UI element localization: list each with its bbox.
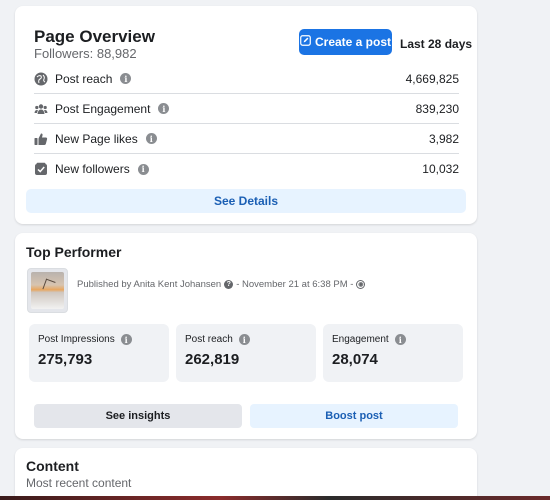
boost-post-button[interactable]: Boost post: [250, 404, 458, 428]
edit-icon: [300, 35, 311, 49]
stat-label-text: Post Impressions: [38, 334, 115, 345]
metric-row-post-reach: Post reach i 4,669,825: [34, 64, 459, 94]
public-globe-icon: ◉: [356, 280, 366, 289]
info-icon[interactable]: i: [120, 73, 132, 84]
date-range-selector[interactable]: Last 28 days: [400, 37, 472, 51]
create-post-button[interactable]: Create a post: [299, 29, 392, 55]
stat-label-text: Engagement: [332, 334, 389, 345]
metric-row-post-engagement: Post Engagement i 839,230: [34, 94, 459, 124]
stat-post-impressions: Post Impressions i 275,793: [29, 324, 169, 382]
question-icon[interactable]: ?: [224, 280, 234, 289]
stat-value: 28,074: [332, 351, 378, 368]
globe-icon: [34, 72, 48, 86]
info-icon[interactable]: i: [137, 163, 149, 175]
info-icon[interactable]: i: [238, 334, 250, 345]
metric-value: 839,230: [415, 101, 459, 116]
create-post-label: Create a post: [314, 35, 392, 49]
sunset-image: [31, 272, 64, 309]
stat-label-text: Post reach: [185, 334, 233, 345]
metric-label: New Page likes: [55, 131, 138, 146]
follow-check-icon: [34, 162, 48, 176]
see-details-button[interactable]: See Details: [26, 189, 466, 213]
stat-label: Engagement i: [332, 334, 406, 345]
page-overview-card: Page Overview Followers: 88,982 Create a…: [15, 6, 477, 224]
metric-row-new-page-likes: New Page likes i 3,982: [34, 124, 459, 154]
page-overview-title: Page Overview: [34, 27, 155, 46]
people-icon: [34, 102, 48, 116]
top-performer-title: Top Performer: [26, 244, 122, 260]
content-subtitle: Most recent content: [26, 476, 132, 490]
content-title: Content: [26, 458, 79, 474]
stat-engagement: Engagement i 28,074: [323, 324, 463, 382]
post-meta: Published by Anita Kent Johansen ? - Nov…: [77, 279, 366, 290]
top-performer-card: Top Performer Published by Anita Kent Jo…: [15, 233, 477, 439]
stat-label: Post reach i: [185, 334, 250, 345]
see-insights-button[interactable]: See insights: [34, 404, 242, 428]
taskbar-strip: [0, 496, 550, 500]
stat-value: 275,793: [38, 351, 93, 368]
post-date: - November 21 at 6:38 PM -: [236, 279, 354, 290]
info-icon[interactable]: i: [158, 103, 170, 114]
info-icon[interactable]: i: [394, 334, 406, 345]
metric-value: 10,032: [422, 162, 459, 176]
metric-row-new-followers: New followers i 10,032: [34, 154, 459, 184]
info-icon[interactable]: i: [120, 334, 132, 345]
metric-label: New followers: [55, 162, 130, 176]
stat-post-reach: Post reach i 262,819: [176, 324, 316, 382]
stat-value: 262,819: [185, 351, 240, 368]
metric-value: 4,669,825: [405, 71, 459, 86]
metric-label: Post reach: [55, 71, 113, 86]
thumbs-up-icon: [34, 132, 48, 146]
metric-label: Post Engagement: [55, 101, 151, 116]
post-thumbnail[interactable]: [27, 268, 68, 313]
followers-count: Followers: 88,982: [34, 46, 137, 61]
info-icon[interactable]: i: [145, 133, 157, 144]
metric-value: 3,982: [428, 131, 459, 146]
published-by: Published by Anita Kent Johansen: [77, 279, 222, 290]
content-card: Content Most recent content: [15, 448, 477, 500]
stat-label: Post Impressions i: [38, 334, 132, 345]
metrics-list: Post reach i 4,669,825 Post Engagement i…: [34, 64, 459, 184]
